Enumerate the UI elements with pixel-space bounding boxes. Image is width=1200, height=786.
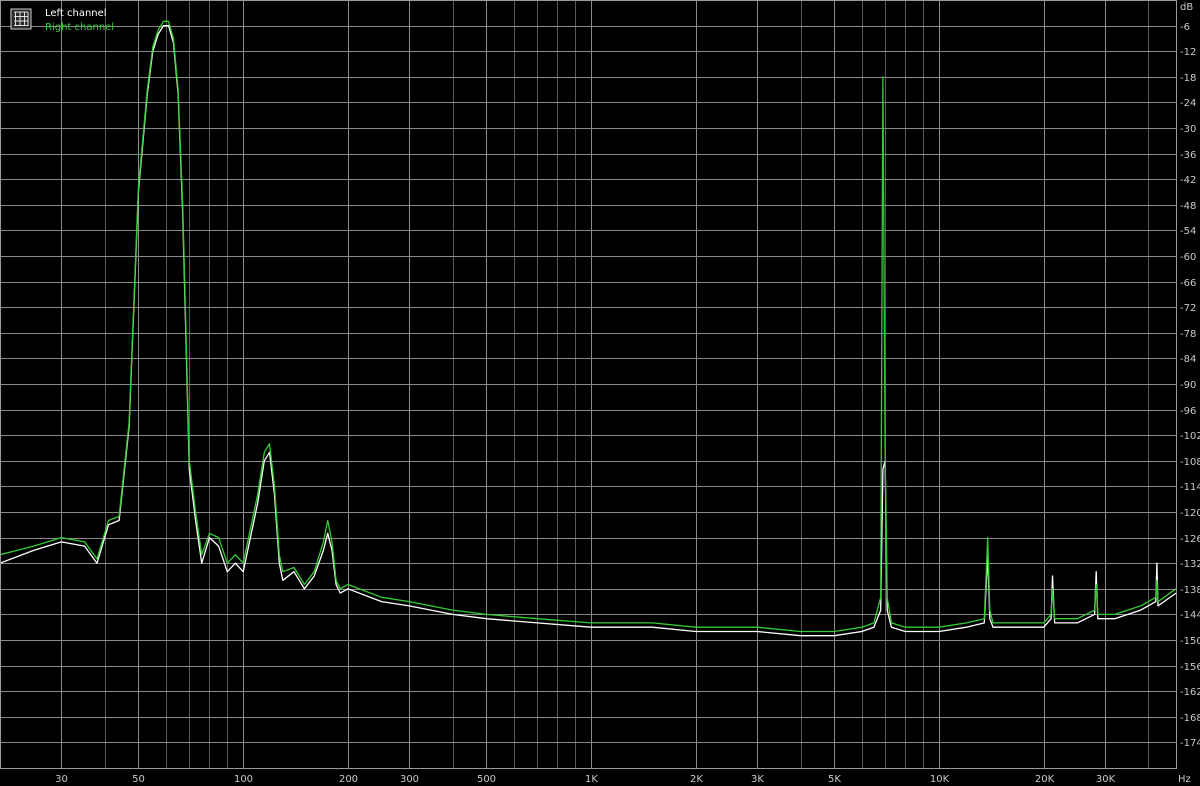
y-tick-label: -156 — [1180, 662, 1200, 673]
x-tick-label: 20K — [1035, 774, 1055, 785]
y-axis-ticks: -6 -12 -18 -24 -30 -36 -42 -48 -54 -60 -66 -72 -78 -8… — [1180, 22, 1200, 749]
y-tick-label: -78 — [1180, 329, 1196, 340]
y-tick-label: -162 — [1180, 687, 1200, 698]
y-tick-label: -84 — [1180, 354, 1196, 365]
y-tick-label: -132 — [1180, 559, 1200, 570]
x-tick-label: 3K — [751, 774, 764, 785]
y-tick-label: -102 — [1180, 431, 1200, 442]
x-tick-label: 10K — [930, 774, 950, 785]
y-tick-label: -174 — [1180, 738, 1200, 749]
y-tick-label: -60 — [1180, 252, 1196, 263]
x-tick-label: 300 — [400, 774, 419, 785]
y-tick-label: -6 — [1180, 22, 1190, 33]
y-tick-label: -18 — [1180, 73, 1196, 84]
y-tick-label: -120 — [1180, 508, 1200, 519]
spectrum-chart: 30 50 100 200 300 500 1K 2K 3K 5K 10K 20K 30K -6-12-… — [0, 0, 1200, 785]
x-tick-label: 2K — [690, 774, 703, 785]
x-tick-label: 50 — [132, 774, 145, 785]
x-tick-label: 500 — [477, 774, 496, 785]
y-tick-label: -126 — [1180, 534, 1200, 545]
x-unit-label: Hz — [1178, 774, 1191, 785]
y-tick-label: -114 — [1180, 482, 1200, 493]
x-tick-label: 1K — [585, 774, 598, 785]
x-tick-label: 30 — [55, 774, 68, 785]
y-tick-label: -90 — [1180, 380, 1196, 391]
y-tick-label: -138 — [1180, 585, 1200, 596]
legend-right-channel: Right channel — [45, 22, 114, 33]
y-tick-label: -168 — [1180, 713, 1200, 724]
x-tick-label: 5K — [828, 774, 841, 785]
y-tick-label: -144 — [1180, 610, 1200, 621]
y-tick-label: -72 — [1180, 303, 1196, 314]
y-tick-label: -36 — [1180, 150, 1196, 161]
y-tick-label: -48 — [1180, 201, 1196, 212]
x-axis-ticks: 30 50 100 200 300 500 1K 2K 3K 5K 10K 20K 30K — [55, 774, 1115, 785]
x-tick-label: 200 — [339, 774, 358, 785]
x-tick-label: 30K — [1096, 774, 1116, 785]
y-tick-label: -12 — [1180, 47, 1196, 58]
y-tick-label: -66 — [1180, 278, 1196, 289]
x-tick-label: 100 — [234, 774, 253, 785]
y-tick-label: -150 — [1180, 636, 1200, 647]
grid-icon — [10, 8, 32, 30]
y-tick-label: -54 — [1180, 226, 1196, 237]
legend-left-channel: Left channel — [45, 8, 107, 19]
y-tick-label: -42 — [1180, 175, 1196, 186]
y-tick-label: -24 — [1180, 98, 1196, 109]
y-unit-label: dB — [1180, 2, 1193, 13]
y-tick-label: -96 — [1180, 406, 1196, 417]
y-tick-label: -108 — [1180, 457, 1200, 468]
y-tick-label: -30 — [1180, 124, 1196, 135]
